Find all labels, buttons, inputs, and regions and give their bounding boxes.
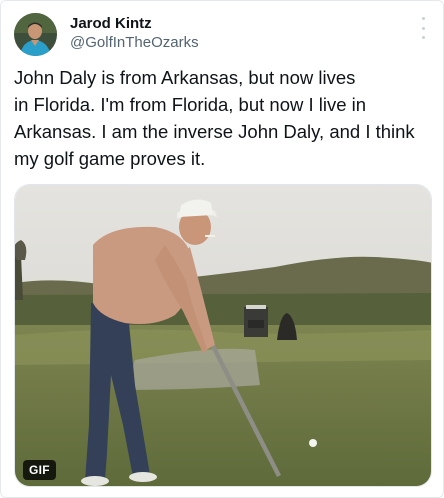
author-handle[interactable]: @GolfInTheOzarks [70, 34, 199, 52]
more-options-icon[interactable] [416, 17, 430, 39]
gif-badge: GIF [23, 460, 56, 480]
avatar[interactable] [14, 13, 57, 56]
author-display-name[interactable]: Jarod Kintz [70, 15, 152, 33]
tweet-card: Jarod Kintz @GolfInTheOzarks John Daly i… [0, 0, 444, 498]
tweet-text: John Daly is from Arkansas, but now live… [14, 67, 415, 169]
tweet-media-gif[interactable] [14, 184, 432, 487]
